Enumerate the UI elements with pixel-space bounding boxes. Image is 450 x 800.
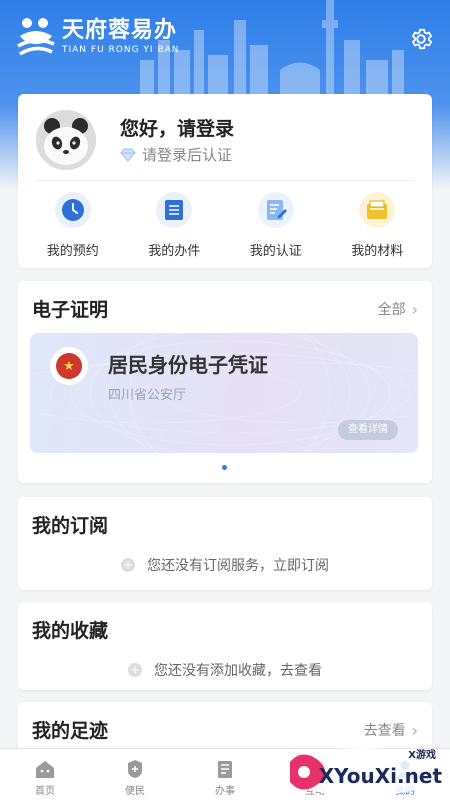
subscription-section: 我的订阅 + 您还没有订阅服务，立即订阅 (18, 497, 432, 590)
affairs-icon (218, 761, 232, 778)
certificate-edit-icon (266, 200, 287, 220)
trace-view-link[interactable]: 去查看 › (364, 720, 418, 740)
carousel-indicator (222, 465, 227, 470)
settings-gear-icon[interactable] (408, 26, 434, 52)
subscription-empty-text: 您还没有订阅服务，立即订阅 (147, 558, 329, 574)
folder-icon (367, 200, 388, 219)
verify-text: 请登录后认证 (142, 146, 233, 164)
diamond-icon (120, 148, 136, 162)
quick-action-cases[interactable]: 我的办件 (129, 192, 219, 259)
login-greeting[interactable]: 您好，请登录 (120, 114, 234, 141)
home-icon (36, 761, 54, 778)
quick-action-label: 我的预约 (46, 244, 99, 259)
watermark-small-text: X游戏 (408, 750, 436, 761)
tab-service[interactable]: 便民 (90, 749, 180, 800)
verify-status[interactable]: 请登录后认证 (120, 144, 232, 165)
quick-action-appointments[interactable]: 我的预约 (28, 192, 118, 259)
e-cert-section: 电子证明 全部 › ★ 居民身份电子凭证 四川省公安厅 查看详情 (18, 281, 432, 483)
quick-action-certification[interactable]: 我的认证 (231, 192, 321, 259)
avatar[interactable] (36, 110, 96, 170)
e-cert-all-link[interactable]: 全部 › (378, 299, 418, 319)
trace-title: 我的足迹 (32, 720, 109, 742)
divider (36, 180, 414, 181)
tab-label: 办事 (215, 786, 235, 797)
id-cert-issuer: 四川省公安厅 (108, 388, 187, 403)
quick-action-label: 我的材料 (351, 244, 404, 259)
quick-action-label: 我的认证 (249, 244, 302, 259)
quick-action-materials[interactable]: 我的材料 (332, 192, 422, 259)
favorites-title: 我的收藏 (32, 620, 109, 642)
user-card: 您好，请登录 请登录后认证 我的预约 我的办件 我的认证 我的材料 (18, 94, 432, 268)
chevron-right-icon: › (411, 720, 418, 740)
subscription-empty-link[interactable]: + 您还没有订阅服务，立即订阅 (18, 555, 432, 575)
e-cert-title: 电子证明 (32, 299, 109, 321)
plus-icon: + (121, 558, 135, 572)
plus-icon: + (128, 663, 142, 677)
document-list-icon (165, 200, 184, 220)
tab-home[interactable]: 首页 (0, 749, 90, 800)
view-details-button[interactable]: 查看详情 (338, 420, 398, 440)
national-emblem-icon: ★ (50, 347, 88, 385)
favorites-section: 我的收藏 + 您还没有添加收藏，去查看 (18, 602, 432, 690)
favorites-empty-text: 您还没有添加收藏，去查看 (154, 663, 322, 679)
logo-title: 天府蓉易办 (62, 18, 178, 43)
logo-subtitle: TIAN FU RONG YI BAN (62, 45, 180, 55)
id-cert-card[interactable]: ★ 居民身份电子凭证 四川省公安厅 查看详情 (30, 333, 418, 453)
e-cert-all-label: 全部 (377, 302, 406, 318)
app-logo: 天府蓉易办 TIAN FU RONG YI BAN (16, 14, 180, 60)
panda-logo-icon (17, 18, 55, 56)
service-icon (128, 760, 142, 778)
chevron-right-icon: › (411, 299, 418, 319)
quick-action-label: 我的办件 (148, 244, 201, 259)
watermark-text: XYouXi.net (318, 764, 442, 788)
tab-label: 便民 (125, 786, 145, 797)
clock-icon (61, 199, 84, 221)
id-cert-title: 居民身份电子凭证 (108, 353, 268, 377)
favorites-empty-link[interactable]: + 您还没有添加收藏，去查看 (18, 660, 432, 680)
subscription-title: 我的订阅 (32, 515, 109, 537)
trace-view-label: 去查看 (363, 723, 406, 739)
panda-avatar-icon (36, 110, 96, 170)
tab-affairs[interactable]: 办事 (180, 749, 270, 800)
quick-actions: 我的预约 我的办件 我的认证 我的材料 (18, 192, 432, 259)
tab-label: 首页 (35, 786, 55, 797)
